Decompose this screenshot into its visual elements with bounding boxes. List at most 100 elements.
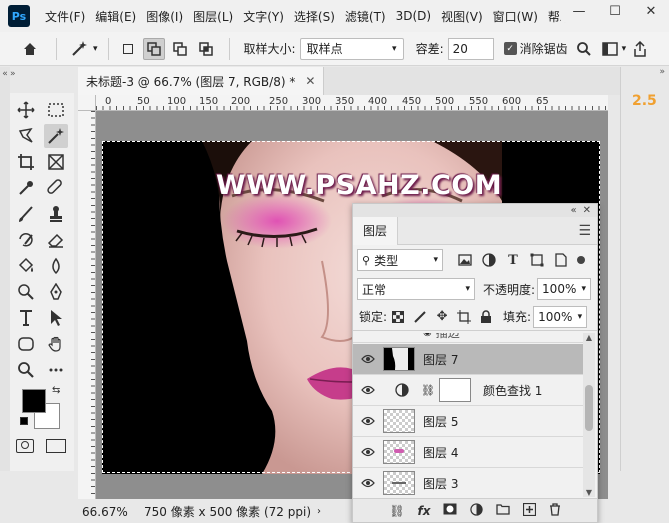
- trash-icon[interactable]: [549, 502, 561, 519]
- quick-mask-icon[interactable]: [16, 439, 34, 453]
- layer-list-scrollbar[interactable]: ▲ ▼: [583, 333, 595, 497]
- maximize-button[interactable]: ☐: [597, 0, 633, 22]
- menu-file[interactable]: 文件(F): [40, 8, 90, 25]
- lock-position-icon[interactable]: ✥: [431, 307, 453, 327]
- lock-pixels-icon[interactable]: [409, 307, 431, 327]
- pen-tool-icon[interactable]: [44, 280, 68, 304]
- tab-layers[interactable]: 图层: [353, 216, 399, 245]
- horizontal-ruler[interactable]: 0 50 100 150 200 250 300 350 400 450 500…: [96, 95, 608, 111]
- shape-tool-icon[interactable]: [14, 332, 38, 356]
- filter-kind-select[interactable]: ⚲ 类型 ▾: [357, 249, 443, 271]
- foreground-color-swatch[interactable]: [22, 389, 46, 413]
- menu-view[interactable]: 视图(V): [436, 8, 488, 25]
- close-tab-icon[interactable]: ✕: [305, 74, 315, 88]
- zoom-level[interactable]: 66.67%: [82, 505, 138, 519]
- frame-tool-icon[interactable]: [44, 150, 68, 174]
- antialias-checkbox[interactable]: ✓: [503, 42, 517, 55]
- menu-edit[interactable]: 编辑(E): [90, 8, 141, 25]
- dodge-tool-icon[interactable]: [14, 280, 38, 304]
- mask-icon[interactable]: [443, 503, 457, 518]
- eraser-tool-icon[interactable]: [44, 228, 68, 252]
- home-icon[interactable]: [18, 37, 42, 61]
- scroll-up-icon[interactable]: ▲: [583, 333, 595, 342]
- collapse-icon[interactable]: «: [570, 205, 576, 216]
- tolerance-input[interactable]: 20: [447, 37, 494, 60]
- chevron-right-icon[interactable]: »: [621, 67, 669, 77]
- document-size[interactable]: 750 像素 x 500 像素 (72 ppi): [144, 503, 311, 520]
- layer-row-color-lookup[interactable]: ⛓ 颜色查找 1: [353, 375, 583, 406]
- visibility-eye-icon[interactable]: [353, 416, 383, 426]
- document-tab[interactable]: 未标题-3 @ 66.7% (图层 7, RGB/8) * ✕: [78, 67, 325, 95]
- lock-artboard-icon[interactable]: [453, 307, 475, 327]
- new-selection-button[interactable]: [117, 38, 139, 60]
- menu-3d[interactable]: 3D(D): [391, 9, 436, 23]
- scroll-thumb[interactable]: [585, 385, 593, 431]
- marquee-tool-icon[interactable]: [44, 98, 68, 122]
- shape-filter-icon[interactable]: [525, 249, 549, 271]
- hand-tool-icon[interactable]: [44, 332, 68, 356]
- ruler-origin[interactable]: [78, 95, 96, 111]
- blend-mode-select[interactable]: 正常 ▾: [357, 278, 475, 300]
- lasso-tool-icon[interactable]: [14, 124, 38, 148]
- zoom-tool-icon[interactable]: [14, 358, 38, 382]
- default-colors-icon[interactable]: [20, 417, 28, 425]
- workspace-icon[interactable]: [598, 37, 622, 61]
- menu-type[interactable]: 文字(Y): [238, 8, 289, 25]
- stamp-tool-icon[interactable]: [44, 202, 68, 226]
- menu-select[interactable]: 选择(S): [289, 8, 340, 25]
- visibility-eye-icon[interactable]: [353, 478, 383, 488]
- subtract-from-selection-button[interactable]: [169, 38, 191, 60]
- link-icon[interactable]: ⛓: [389, 504, 404, 518]
- layer-row-3[interactable]: 图层 3: [353, 468, 583, 497]
- fx-icon[interactable]: fx: [417, 504, 430, 518]
- folder-icon[interactable]: [496, 503, 510, 518]
- close-panel-icon[interactable]: ✕: [583, 205, 591, 216]
- type-tool-icon[interactable]: [14, 306, 38, 330]
- share-icon[interactable]: [628, 37, 652, 61]
- new-layer-icon[interactable]: [522, 502, 536, 519]
- layer-row-4[interactable]: 图层 4: [353, 437, 583, 468]
- magic-wand-preset-icon[interactable]: [67, 37, 91, 61]
- sample-size-select[interactable]: 取样点 ▾: [299, 37, 404, 60]
- pixel-filter-icon[interactable]: [453, 249, 477, 271]
- crop-tool-icon[interactable]: [14, 150, 38, 174]
- eyedropper-tool-icon[interactable]: [14, 176, 38, 200]
- visibility-eye-icon[interactable]: [353, 447, 383, 457]
- lock-all-icon[interactable]: [475, 307, 497, 327]
- screen-mode-icon[interactable]: [46, 439, 66, 453]
- healing-brush-tool-icon[interactable]: [44, 176, 68, 200]
- layer-row-5[interactable]: 图层 5: [353, 406, 583, 437]
- chain-link-icon[interactable]: ⛓: [421, 384, 435, 397]
- close-button[interactable]: ✕: [633, 0, 669, 22]
- fill-input[interactable]: 100% ▾: [533, 305, 588, 328]
- panel-menu-icon[interactable]: ☰: [578, 223, 591, 239]
- paint-bucket-tool-icon[interactable]: [14, 254, 38, 278]
- brush-tool-icon[interactable]: [14, 202, 38, 226]
- path-selection-tool-icon[interactable]: [44, 306, 68, 330]
- lock-transparent-icon[interactable]: [387, 307, 409, 327]
- minimize-button[interactable]: —: [561, 0, 597, 22]
- visibility-eye-icon[interactable]: [353, 385, 383, 395]
- partial-layer-row[interactable]: ◉ 描边: [353, 333, 583, 343]
- filter-toggle-icon[interactable]: [577, 256, 585, 264]
- chevron-down-icon[interactable]: ▾: [622, 44, 627, 54]
- more-tools-icon[interactable]: [44, 358, 68, 382]
- chevron-down-icon[interactable]: ▾: [93, 44, 98, 54]
- chevron-right-icon[interactable]: ›: [317, 506, 321, 517]
- adjustment-icon[interactable]: [470, 502, 483, 519]
- blur-tool-icon[interactable]: [44, 254, 68, 278]
- magic-wand-tool-icon[interactable]: [44, 124, 68, 148]
- layer-list[interactable]: ◉ 描边 图层 7 ⛓ 颜色查找 1: [353, 333, 583, 497]
- menu-image[interactable]: 图像(I): [141, 8, 188, 25]
- toolbar-collapse-button[interactable]: »: [10, 69, 16, 79]
- menu-filter[interactable]: 滤镜(T): [340, 8, 391, 25]
- history-brush-tool-icon[interactable]: [14, 228, 38, 252]
- smart-object-filter-icon[interactable]: [549, 249, 573, 271]
- intersect-selection-button[interactable]: [195, 38, 217, 60]
- layer-row-7[interactable]: 图层 7: [353, 344, 583, 375]
- visibility-eye-icon[interactable]: [353, 354, 383, 364]
- menu-window[interactable]: 窗口(W): [488, 8, 543, 25]
- search-icon[interactable]: [572, 37, 596, 61]
- chevron-left-icon[interactable]: «: [0, 69, 10, 79]
- adjustment-filter-icon[interactable]: [477, 249, 501, 271]
